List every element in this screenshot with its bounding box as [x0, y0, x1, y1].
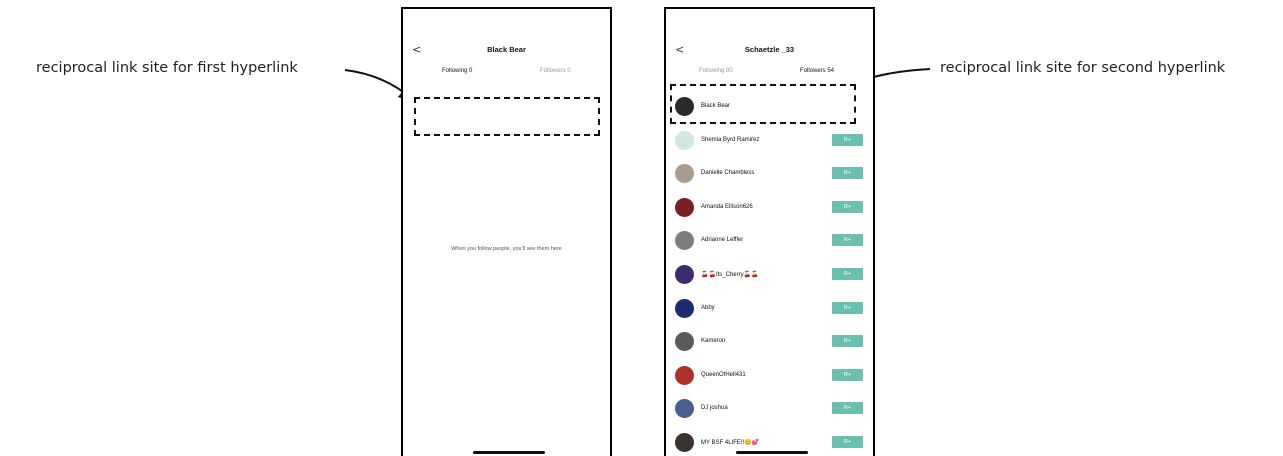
avatar[interactable] [675, 164, 694, 184]
page-title: Schaetzle _33 [744, 45, 795, 54]
home-indicator [736, 451, 808, 454]
follow-button[interactable]: R+ [832, 301, 863, 314]
username[interactable]: QueenOfHell431 [701, 372, 746, 378]
follow-tabs: Following 80 Followers 54 [666, 68, 873, 82]
follow-button[interactable]: R+ [832, 402, 863, 415]
username[interactable]: Danielle Chambless [701, 170, 754, 176]
tab-followers[interactable]: Followers 0 [540, 68, 571, 74]
highlight-box-second-hyperlink [670, 84, 856, 124]
username[interactable]: Shemia Byrd Ramirez [701, 137, 759, 143]
annotation-first-hyperlink: reciprocal link site for first hyperlink [36, 60, 298, 76]
list-item[interactable]: QueenOfHell431 R+ [666, 359, 873, 393]
username[interactable]: Kameron [701, 338, 725, 344]
page-title: Black Bear [487, 45, 526, 54]
follow-button[interactable]: R+ [832, 234, 863, 247]
avatar[interactable] [675, 332, 694, 352]
follow-button[interactable]: R+ [832, 368, 863, 381]
avatar[interactable] [675, 231, 694, 251]
username[interactable]: Abby [701, 305, 715, 311]
follow-button[interactable]: R+ [832, 167, 863, 180]
list-item[interactable]: Amanda Ellison626 R+ [666, 191, 873, 225]
follow-tabs: Following 0 Followers 0 [403, 68, 610, 82]
username[interactable]: 🍒🍒Its_Cherry🍒🍒 [701, 271, 759, 278]
annotation-second-hyperlink: reciprocal link site for second hyperlin… [940, 60, 1226, 76]
home-indicator [473, 451, 545, 454]
tab-following[interactable]: Following 0 [442, 68, 472, 74]
avatar[interactable] [675, 197, 694, 217]
highlight-box-first-hyperlink [414, 97, 600, 136]
username[interactable]: Adrianne Leffler [701, 237, 743, 243]
nav-bar: < Schaetzle _33 [666, 42, 873, 64]
list-item[interactable]: Adrianne Leffler R+ [666, 224, 873, 258]
list-item[interactable]: Danielle Chambless R+ [666, 157, 873, 191]
username[interactable]: DJ joshua [701, 405, 728, 411]
follow-button[interactable]: R+ [832, 335, 863, 348]
username[interactable]: MY BSF 4LIFE!!😊💕 [701, 439, 759, 446]
list-item[interactable]: 🍒🍒Its_Cherry🍒🍒 R+ [666, 258, 873, 292]
avatar[interactable] [675, 432, 694, 452]
list-item[interactable]: DJ joshua R+ [666, 392, 873, 426]
nav-bar: < Black Bear [403, 42, 610, 64]
avatar[interactable] [675, 298, 694, 318]
phone-screen-black-bear: < Black Bear Following 0 Followers 0 Whe… [401, 7, 612, 456]
followers-list: Black Bear Shemia Byrd Ramirez R+ Danielle … [666, 90, 873, 456]
username[interactable]: Amanda Ellison626 [701, 204, 753, 210]
follow-button[interactable]: R+ [832, 267, 863, 280]
tab-followers[interactable]: Followers 54 [800, 68, 834, 74]
follow-button[interactable]: R+ [832, 200, 863, 213]
empty-state-message: When you follow people, you'll see them … [451, 246, 562, 252]
tab-following[interactable]: Following 80 [699, 68, 733, 74]
follow-button[interactable]: R+ [832, 435, 863, 448]
avatar[interactable] [675, 130, 694, 150]
follow-button[interactable]: R+ [832, 133, 863, 146]
avatar[interactable] [675, 264, 694, 284]
avatar[interactable] [675, 365, 694, 385]
list-item[interactable]: Abby R+ [666, 292, 873, 326]
list-item[interactable]: Kameron R+ [666, 325, 873, 359]
phone-screen-schaetzle: < Schaetzle _33 Following 80 Followers 5… [664, 7, 875, 456]
list-item[interactable]: Shemia Byrd Ramirez R+ [666, 124, 873, 158]
avatar[interactable] [675, 399, 694, 419]
